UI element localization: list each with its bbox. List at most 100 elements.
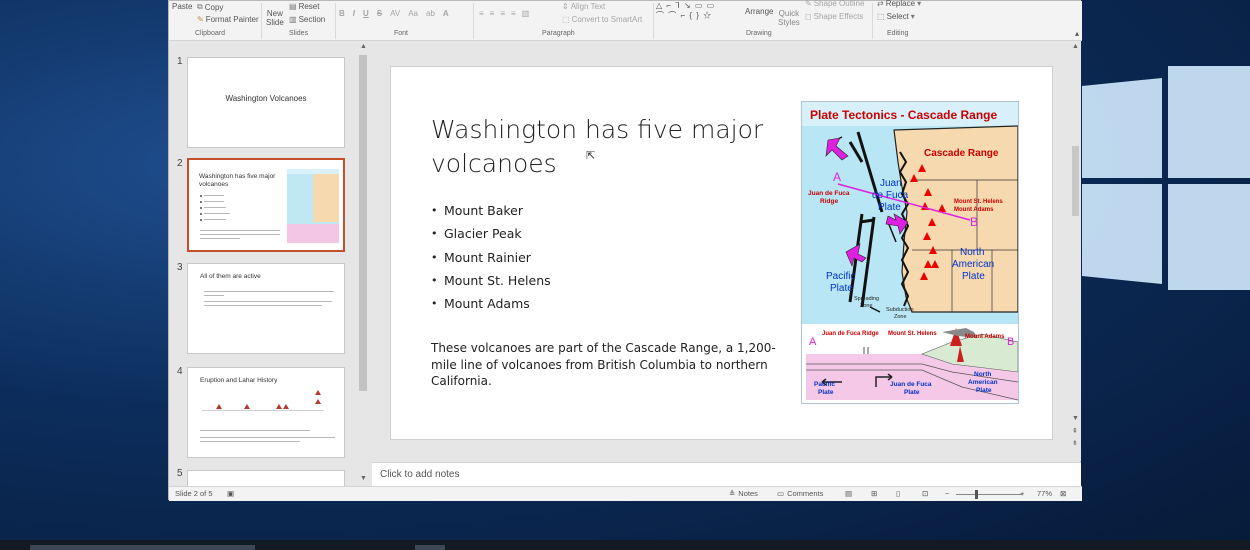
- font-color-button[interactable]: A: [443, 9, 449, 18]
- zoom-slider[interactable]: [956, 494, 1022, 495]
- quick-styles-label: Quick: [778, 9, 800, 18]
- pacific-plate-label: Pacific: [826, 271, 855, 282]
- thumbnail-text-line: [200, 234, 280, 235]
- thumbnail-number: 1: [177, 56, 183, 67]
- zoom-out-icon[interactable]: −: [945, 489, 949, 498]
- font-spacing-button[interactable]: AV: [390, 9, 400, 18]
- thumbnail-bullet: [200, 201, 202, 203]
- notes-placeholder: Click to add notes: [380, 469, 460, 480]
- convert-smartart-button[interactable]: ⬚ Convert to SmartArt: [562, 15, 642, 24]
- justify-icon[interactable]: ≡: [511, 9, 516, 18]
- section-icon: ▥: [289, 15, 297, 24]
- slide-thumbnail-3[interactable]: All of them are active: [187, 263, 345, 354]
- zoom-slider-thumb[interactable]: [975, 490, 978, 499]
- slide-sorter-icon[interactable]: ⊞: [871, 489, 877, 498]
- new-slide-label-2: Slide: [266, 18, 284, 27]
- columns-icon[interactable]: ▥: [522, 9, 530, 18]
- spellcheck-icon[interactable]: ▣: [227, 489, 234, 498]
- scroll-down-icon[interactable]: ▼: [1072, 415, 1079, 422]
- slide-thumbnail-5[interactable]: [187, 470, 345, 486]
- scroll-down-icon[interactable]: ▼: [360, 475, 367, 482]
- select-label: Select: [886, 12, 909, 21]
- slide-editor: Washington has five major volcanoes ⇱ • M…: [372, 41, 1070, 461]
- collapse-ribbon-icon[interactable]: ▴: [1075, 29, 1079, 38]
- select-button[interactable]: ⬚ Select ▾: [877, 12, 915, 21]
- taskbar-item[interactable]: [30, 545, 255, 550]
- bullet-icon: •: [431, 250, 438, 264]
- quick-styles-button[interactable]: Quick Styles: [778, 9, 800, 27]
- slide-thumbnail-2[interactable]: Washington has five major volcanoes: [187, 158, 345, 252]
- scrollbar-thumb[interactable]: [1072, 146, 1079, 216]
- label-a: A: [833, 170, 841, 184]
- shape-outline-button[interactable]: ✎ Shape Outline: [805, 0, 864, 8]
- north-american-label: North: [960, 247, 984, 258]
- comments-icon: ▭: [777, 489, 785, 498]
- shape-effects-icon: ◻: [805, 12, 812, 21]
- thumbnails-scrollbar[interactable]: ▲ ▼: [357, 41, 369, 486]
- bullet-item: • Mount St. Helens: [431, 269, 551, 292]
- paste-button[interactable]: Paste: [172, 2, 192, 11]
- editor-scrollbar[interactable]: ▲ ▼ ⇞ ⇟: [1070, 41, 1081, 461]
- align-left-icon[interactable]: ≡: [479, 9, 484, 18]
- current-slide[interactable]: Washington has five major volcanoes ⇱ • M…: [390, 66, 1053, 440]
- replace-button[interactable]: ⇄ Replace ▾: [877, 0, 921, 8]
- reading-view-icon[interactable]: ▯: [896, 489, 900, 498]
- arrange-button[interactable]: Arrange: [745, 7, 773, 16]
- windows-logo: [1082, 60, 1250, 290]
- taskbar-item[interactable]: [415, 545, 445, 550]
- slideshow-icon[interactable]: ⊡: [922, 489, 928, 498]
- scroll-up-icon[interactable]: ▲: [1072, 43, 1079, 50]
- subduction-zone-label: Subduction: [886, 307, 914, 313]
- plate-tectonics-map[interactable]: Plate Tectonics - Cascade Range A B Casc…: [801, 101, 1019, 404]
- chevron-down-icon: ▾: [917, 0, 922, 8]
- previous-slide-icon[interactable]: ⇞: [1072, 427, 1078, 435]
- strikethrough-button[interactable]: S: [377, 9, 382, 18]
- group-label-drawing: Drawing: [746, 30, 772, 37]
- replace-icon: ⇄: [877, 0, 884, 8]
- normal-view-icon[interactable]: ▤: [845, 489, 852, 498]
- shape-effects-label: Shape Effects: [813, 12, 864, 21]
- mini-map-land: [313, 174, 339, 222]
- next-slide-icon[interactable]: ⇟: [1072, 439, 1078, 447]
- change-case-button[interactable]: Aa: [408, 9, 418, 18]
- new-slide-button[interactable]: New Slide: [266, 9, 284, 27]
- scrollbar-thumb[interactable]: [359, 55, 367, 391]
- format-painter-button[interactable]: ✎ Format Painter: [197, 15, 259, 24]
- slide-title[interactable]: Washington has five major volcanoes: [431, 113, 781, 181]
- shapes-gallery[interactable]: △ ⌐ ⅂ ↘ ▭ ▭ ⌒ ⌒ ⌐ { } ☆: [656, 1, 736, 28]
- notes-pane[interactable]: Click to add notes: [372, 462, 1081, 486]
- slide-body-text[interactable]: These volcanoes are part of the Cascade …: [431, 340, 781, 390]
- quick-styles-label-2: Styles: [778, 18, 800, 27]
- align-right-icon[interactable]: ≡: [500, 9, 505, 18]
- jdf-plate-label-2: de Fuca: [872, 190, 909, 201]
- section-button[interactable]: ▥ Section: [289, 15, 325, 24]
- thumbnail-text-line: [200, 230, 280, 231]
- fit-to-window-icon[interactable]: ⊠: [1060, 489, 1066, 498]
- bullet-list[interactable]: • Mount Baker • Glacier Peak • Mount Rainie…: [431, 199, 551, 315]
- group-label-paragraph: Paragraph: [542, 30, 575, 37]
- underline-button[interactable]: U: [363, 9, 369, 18]
- zoom-level[interactable]: 77%: [1037, 489, 1052, 498]
- notes-toggle-button[interactable]: ≜ Notes: [729, 489, 758, 498]
- copy-button[interactable]: ⧉ Copy: [197, 2, 223, 12]
- thumbnail-title: Eruption and Lahar History: [200, 377, 278, 384]
- italic-button[interactable]: I: [353, 9, 355, 18]
- slide-thumbnail-4[interactable]: Eruption and Lahar History: [187, 367, 345, 458]
- thumbnail-text-line: [204, 195, 224, 196]
- thumbnail-volcano-marker: [283, 404, 289, 409]
- thumbnail-text-line: [204, 207, 226, 208]
- align-center-icon[interactable]: ≡: [490, 9, 495, 18]
- bold-button[interactable]: B: [339, 9, 345, 18]
- shape-effects-button[interactable]: ◻ Shape Effects: [805, 12, 863, 21]
- comments-toggle-button[interactable]: ▭ Comments: [777, 489, 823, 498]
- slide-thumbnail-1[interactable]: Washington Volcanoes: [187, 57, 345, 148]
- zoom-in-icon[interactable]: +: [1020, 489, 1024, 498]
- highlight-button[interactable]: ab: [426, 9, 435, 18]
- font-format-buttons: B I U S AV Aa ab A: [339, 9, 449, 18]
- reset-button[interactable]: ▤ Reset: [289, 2, 319, 11]
- copy-label: Copy: [204, 2, 224, 12]
- slide-counter: Slide 2 of 5: [175, 489, 213, 498]
- align-text-button[interactable]: ⇕ Align Text: [562, 2, 605, 11]
- scroll-up-icon[interactable]: ▲: [360, 43, 367, 50]
- group-label-font: Font: [394, 30, 409, 37]
